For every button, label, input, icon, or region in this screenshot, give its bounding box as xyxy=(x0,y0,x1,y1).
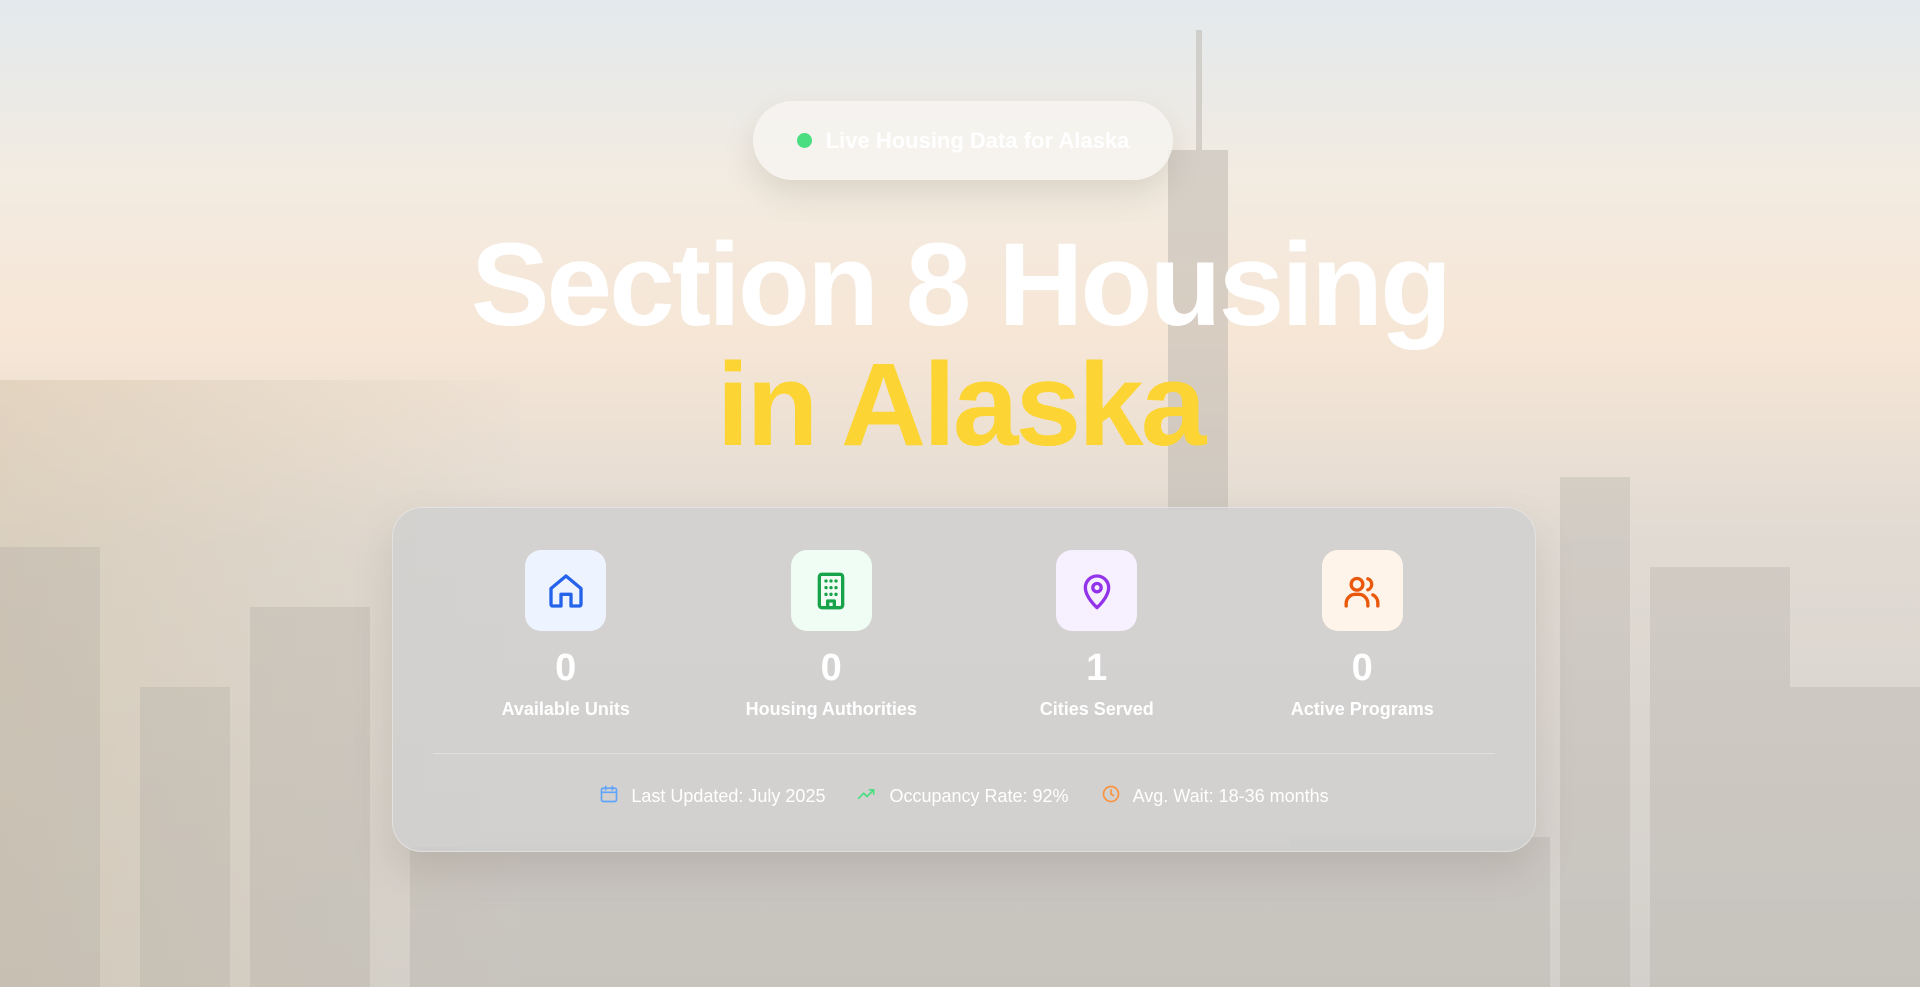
stat-label: Active Programs xyxy=(1290,699,1434,719)
building-icon xyxy=(790,550,872,631)
occupancy-rate-text: Occupancy Rate: 92% xyxy=(889,786,1069,806)
avg-wait-item: Avg. Wait: 18-36 months xyxy=(1101,784,1329,809)
background-building xyxy=(1560,477,1630,987)
background-building xyxy=(410,847,1290,987)
hero-title-line1: Section 8 Housing xyxy=(470,219,1452,351)
background-building xyxy=(0,547,100,987)
live-data-badge: Live Housing Data for Alaska xyxy=(753,101,1173,180)
stat-value: 0 xyxy=(555,647,577,689)
background-building xyxy=(1290,837,1550,987)
background-building xyxy=(250,607,370,987)
hero-title-line2: in Alaska xyxy=(716,339,1207,471)
card-divider xyxy=(433,753,1495,754)
last-updated-text: Last Updated: July 2025 xyxy=(631,786,826,806)
stat-value: 0 xyxy=(820,647,842,689)
stats-footer: Last Updated: July 2025 Occupancy Rate: … xyxy=(393,784,1535,809)
home-icon xyxy=(525,550,607,631)
background-building xyxy=(1790,687,1920,987)
stat-value: 1 xyxy=(1086,647,1108,689)
stat-active-programs: 0 Active Programs xyxy=(1230,550,1496,720)
stats-card: 0 Available Units 0 Housing Authorities … xyxy=(392,507,1536,852)
calendar-icon xyxy=(599,784,619,809)
stat-cities-served: 1 Cities Served xyxy=(964,550,1230,720)
occupancy-rate-item: Occupancy Rate: 92% xyxy=(857,784,1069,809)
background-building xyxy=(1650,567,1790,987)
clock-icon xyxy=(1101,784,1121,809)
stat-housing-authorities: 0 Housing Authorities xyxy=(699,550,965,720)
users-icon xyxy=(1321,550,1403,631)
stat-available-units: 0 Available Units xyxy=(433,550,699,720)
last-updated-item: Last Updated: July 2025 xyxy=(599,784,825,809)
stats-row: 0 Available Units 0 Housing Authorities … xyxy=(433,550,1495,720)
stat-label: Housing Authorities xyxy=(745,699,917,719)
stat-value: 0 xyxy=(1351,647,1373,689)
avg-wait-text: Avg. Wait: 18-36 months xyxy=(1132,786,1329,806)
stat-label: Available Units xyxy=(501,699,630,719)
map-pin-icon xyxy=(1056,550,1138,631)
background-building xyxy=(140,687,230,987)
trending-up-icon xyxy=(857,784,877,809)
stat-label: Cities Served xyxy=(1039,699,1154,719)
live-status-dot xyxy=(796,133,812,148)
background-spire xyxy=(1196,30,1202,150)
live-data-badge-text: Live Housing Data for Alaska xyxy=(825,127,1130,153)
